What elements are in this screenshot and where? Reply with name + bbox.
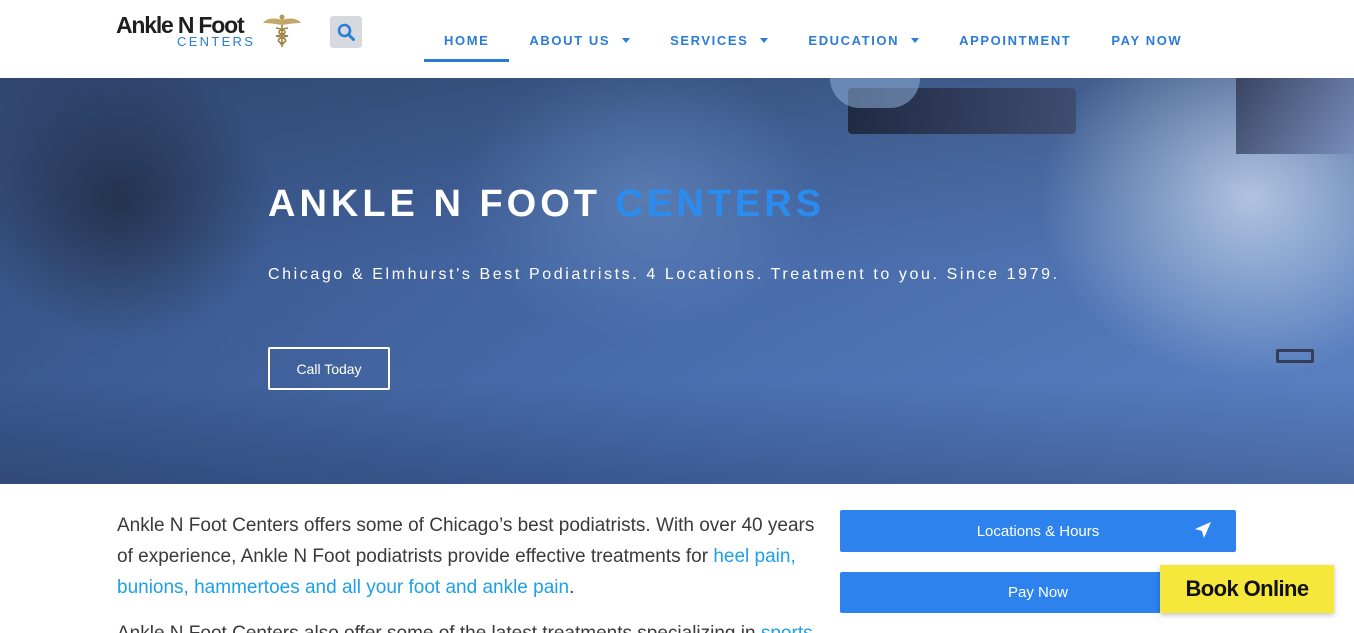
location-arrow-icon [1195, 522, 1211, 538]
intro-text: Ankle N Foot Centers offers some of Chic… [117, 515, 815, 567]
book-online-button[interactable]: Book Online [1160, 565, 1334, 613]
intro-paragraph: Ankle N Foot Centers offers some of Chic… [117, 510, 827, 603]
hero-title: ANKLE N FOOT CENTERS [268, 183, 825, 226]
call-today-button[interactable]: Call Today [268, 347, 390, 390]
site-header: Ankle N Foot CENTERS HOME ABOUT US SERVI… [0, 0, 1354, 78]
nav-education-label: EDUCATION [808, 32, 900, 48]
intro2-text: Ankle N Foot Centers also offer some of … [117, 623, 761, 633]
hero-title-accent: CENTERS [615, 183, 826, 225]
locations-hours-label: Locations & Hours [976, 522, 1100, 540]
nav-services-label: SERVICES [670, 32, 749, 48]
search-button[interactable] [330, 16, 362, 48]
nav-pay-now[interactable]: PAY NOW [1091, 18, 1202, 62]
locations-hours-button[interactable]: Locations & Hours [840, 510, 1236, 552]
nav-appointment-label: APPOINTMENT [959, 32, 1072, 48]
main-nav: HOME ABOUT US SERVICES EDUCATION APPOINT… [424, 18, 1202, 62]
nav-home-label: HOME [444, 32, 490, 48]
nav-services[interactable]: SERVICES [650, 18, 788, 62]
logo-subtext: CENTERS [177, 34, 256, 49]
nav-pay-now-label: PAY NOW [1111, 32, 1183, 48]
nav-appointment[interactable]: APPOINTMENT [939, 18, 1091, 62]
hero-banner: ANKLE N FOOT CENTERS Chicago & Elmhurst'… [0, 78, 1354, 484]
sports-link[interactable]: sports [761, 623, 813, 633]
intro-paragraph-2: Ankle N Foot Centers also offer some of … [117, 618, 827, 633]
caret-down-icon [622, 37, 631, 43]
caduceus-icon [263, 14, 301, 47]
hero-title-main: ANKLE N FOOT [268, 183, 616, 225]
nav-home[interactable]: HOME [424, 18, 510, 62]
hero-subtitle: Chicago & Elmhurst's Best Podiatrists. 4… [268, 266, 1060, 283]
site-logo[interactable]: Ankle N Foot CENTERS [116, 12, 306, 52]
nav-about-us-label: ABOUT US [529, 32, 611, 48]
caret-down-icon [911, 37, 920, 43]
search-icon [337, 23, 355, 41]
pay-now-label: Pay Now [1007, 584, 1069, 601]
intro-end: . [569, 577, 575, 598]
nav-education[interactable]: EDUCATION [788, 18, 939, 62]
caret-down-icon [760, 37, 769, 43]
nav-about-us[interactable]: ABOUT US [509, 18, 650, 62]
